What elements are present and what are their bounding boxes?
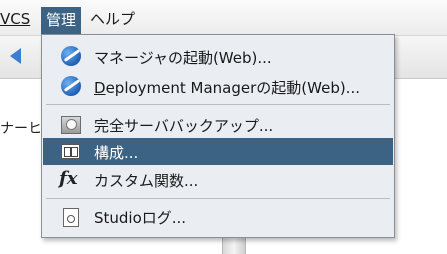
menu-item-label: 構成... [94,144,139,162]
manage-dropdown-menu: マネージャの起動(Web)... Deployment Managerの起動(W… [41,34,395,238]
menu-item-full-server-backup[interactable]: 完全サーババックアップ... [43,111,393,138]
menu-separator [46,104,390,105]
fx-function-icon: fx [59,168,78,189]
menu-item-label: Deployment Managerの起動(Web)... [94,79,360,97]
menu-help[interactable]: ヘルプ [90,8,135,30]
menu-bar: VCS 管理 ヘルプ [0,0,447,36]
menu-item-label: マネージャの起動(Web)... [94,49,272,67]
background-partial-label: ナーヒ [0,121,42,137]
menu-item-custom-functions[interactable]: fx カスタム関数... [43,166,393,193]
menu-item-label: Studioログ... [94,209,187,227]
web-globe-icon [61,76,81,96]
menu-item-configuration[interactable]: 構成... [43,138,393,165]
menu-item-launch-deployment-manager-web[interactable]: Deployment Managerの起動(Web)... [43,73,393,100]
log-document-icon [63,208,79,227]
menu-vcs[interactable]: VCS [0,8,30,30]
configuration-icon [61,144,80,159]
menu-item-label: 完全サーババックアップ... [94,117,274,135]
menu-separator [46,198,390,199]
backup-icon [61,116,81,134]
web-globe-icon [61,46,81,66]
menu-item-label: カスタム関数... [94,172,199,190]
menu-manage[interactable]: 管理 [41,7,82,34]
back-arrow-icon[interactable] [10,48,21,64]
menu-item-studio-log[interactable]: Studioログ... [43,203,393,230]
menu-item-launch-manager-web[interactable]: マネージャの起動(Web)... [43,43,393,70]
